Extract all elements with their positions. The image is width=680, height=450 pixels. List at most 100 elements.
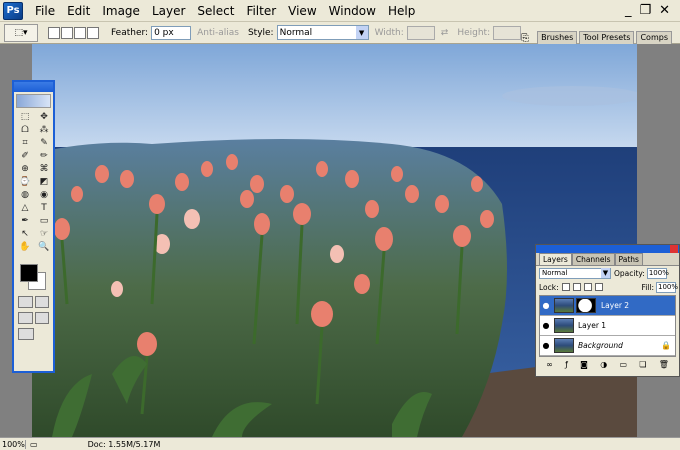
tab-comps[interactable]: Comps xyxy=(636,31,672,44)
standard-screen-icon[interactable] xyxy=(18,312,33,324)
status-menu-icon[interactable]: ▭ xyxy=(30,440,38,449)
document-canvas[interactable] xyxy=(32,44,637,437)
swap-icon[interactable]: ⇄ xyxy=(441,28,449,38)
tab-channels[interactable]: Channels xyxy=(571,253,615,265)
adjust-icon[interactable]: ◑ xyxy=(600,360,607,369)
menu-edit[interactable]: Edit xyxy=(61,0,96,22)
visibility-eye-icon[interactable]: ● xyxy=(540,321,552,330)
new-layer-icon[interactable]: ❏ xyxy=(639,360,646,369)
zoom-tool-icon[interactable]: 🔍 xyxy=(35,241,53,253)
menu-image[interactable]: Image xyxy=(96,0,146,22)
clone-stamp-tool-icon[interactable]: ⊕ xyxy=(16,163,34,175)
new-selection-icon[interactable] xyxy=(48,26,60,39)
layer-row[interactable]: ● Background 🔒 xyxy=(540,336,675,356)
hand-tool-icon[interactable]: ✋ xyxy=(16,241,34,253)
notes-tool-icon[interactable]: ☞ xyxy=(35,228,53,240)
lasso-tool-icon[interactable]: ᗝ xyxy=(16,124,34,136)
selection-modes xyxy=(48,26,99,39)
mask-icon[interactable]: ◙ xyxy=(580,360,588,369)
layers-titlebar[interactable] xyxy=(536,245,679,253)
height-input[interactable] xyxy=(493,25,522,40)
menu-view[interactable]: View xyxy=(282,0,322,22)
add-selection-icon[interactable] xyxy=(61,26,73,39)
lock-label: Lock: xyxy=(539,282,559,292)
fx-icon[interactable]: ƒ xyxy=(565,360,568,369)
dodge-tool-icon[interactable]: ◉ xyxy=(35,189,53,201)
menu-help[interactable]: Help xyxy=(382,0,421,22)
feather-input[interactable]: 0 px xyxy=(151,25,192,40)
eraser-tool-icon[interactable]: ⌚ xyxy=(16,176,34,188)
menu-bar: Ps File Edit Image Layer Select Filter V… xyxy=(0,0,680,22)
menu-window[interactable]: Window xyxy=(323,0,382,22)
foreground-color-swatch[interactable] xyxy=(20,264,38,282)
toolbox-titlebar[interactable] xyxy=(14,82,53,92)
fill-input[interactable]: 100% xyxy=(656,281,678,293)
visibility-eye-icon[interactable]: ● xyxy=(540,341,552,350)
width-input[interactable] xyxy=(406,25,435,40)
tab-layers[interactable]: Layers xyxy=(539,253,572,265)
magic-wand-tool-icon[interactable]: ⁂ xyxy=(35,124,53,136)
layer-row[interactable]: ● Layer 1 xyxy=(540,316,675,336)
visibility-eye-icon[interactable]: ● xyxy=(540,301,552,310)
subtract-selection-icon[interactable] xyxy=(74,26,86,39)
blend-row: Normal ▼ Opacity: 100% xyxy=(536,266,679,280)
lock-all-checkbox[interactable] xyxy=(594,283,603,291)
tab-paths[interactable]: Paths xyxy=(614,253,643,265)
pen-tool-icon[interactable]: ✒ xyxy=(16,215,34,227)
style-select[interactable]: Normal ▼ xyxy=(276,25,369,40)
layer-thumbnail xyxy=(554,338,574,353)
jump-to xyxy=(14,326,53,342)
layer-row[interactable]: ● Layer 2 xyxy=(540,296,675,316)
imageready-icon[interactable] xyxy=(18,328,34,340)
lock-transparency-checkbox[interactable] xyxy=(561,283,570,291)
menu-layer[interactable]: Layer xyxy=(146,0,191,22)
restore-icon[interactable]: ❐ xyxy=(639,3,651,18)
eyedropper-tool-icon[interactable]: ↖ xyxy=(16,228,34,240)
close-icon[interactable] xyxy=(670,245,678,253)
palette-well-icon[interactable]: ⎘ xyxy=(521,33,529,44)
tab-tool-presets[interactable]: Tool Presets xyxy=(579,31,635,44)
standard-mode-icon[interactable] xyxy=(18,296,33,308)
antialias-checkbox[interactable]: Anti-alias xyxy=(197,28,239,38)
blur-tool-icon[interactable]: ◍ xyxy=(16,189,34,201)
slice-tool-icon[interactable]: ✎ xyxy=(35,137,53,149)
quick-mask-modes xyxy=(14,294,53,310)
palette-well: ⎘ Brushes Tool Presets Comps xyxy=(521,22,680,44)
zoom-level[interactable]: 100% xyxy=(0,439,26,449)
quick-mask-mode-icon[interactable] xyxy=(34,296,49,308)
close-icon[interactable]: ✕ xyxy=(659,3,670,18)
photoshop-app-icon[interactable]: Ps xyxy=(3,1,23,20)
tab-brushes[interactable]: Brushes xyxy=(537,31,578,44)
layers-footer: ∞ ƒ ◙ ◑ ▭ ❏ 🗑 xyxy=(536,358,679,370)
link-icon[interactable]: ∞ xyxy=(546,360,553,369)
layer-mask-thumbnail[interactable] xyxy=(576,298,596,313)
toolbox-logo[interactable] xyxy=(16,94,51,108)
menu-filter[interactable]: Filter xyxy=(240,0,282,22)
lock-position-checkbox[interactable] xyxy=(583,283,592,291)
blend-mode-select[interactable]: Normal ▼ xyxy=(539,267,611,279)
minimize-icon[interactable]: _ xyxy=(625,3,632,18)
healing-brush-tool-icon[interactable]: ✐ xyxy=(16,150,34,162)
move-tool-icon[interactable]: ✥ xyxy=(35,111,53,123)
style-value: Normal xyxy=(279,27,313,38)
screen-modes xyxy=(14,310,53,326)
brush-tool-icon[interactable]: ✏ xyxy=(35,150,53,162)
type-tool-icon[interactable]: T xyxy=(35,202,53,214)
menu-file[interactable]: File xyxy=(29,0,61,22)
path-selection-tool-icon[interactable]: △ xyxy=(16,202,34,214)
lock-pixels-checkbox[interactable] xyxy=(572,283,581,291)
history-brush-tool-icon[interactable]: ⌘ xyxy=(35,163,53,175)
opacity-input[interactable]: 100% xyxy=(646,267,669,279)
intersect-selection-icon[interactable] xyxy=(87,26,99,39)
trash-icon[interactable]: 🗑 xyxy=(659,360,669,369)
options-bar: ⬚▾ Feather: 0 px Anti-alias Style: Norma… xyxy=(0,22,680,44)
tool-preset-picker[interactable]: ⬚▾ xyxy=(4,23,38,42)
full-screen-menu-icon[interactable] xyxy=(34,312,49,324)
crop-tool-icon[interactable]: ⌗ xyxy=(16,137,34,149)
marquee-tool-icon[interactable]: ⬚ xyxy=(16,111,34,123)
folder-icon[interactable]: ▭ xyxy=(619,360,627,369)
gradient-tool-icon[interactable]: ◩ xyxy=(35,176,53,188)
menu-select[interactable]: Select xyxy=(191,0,240,22)
lock-row: Lock: Fill: 100% xyxy=(536,280,679,294)
shape-tool-icon[interactable]: ▭ xyxy=(35,215,53,227)
